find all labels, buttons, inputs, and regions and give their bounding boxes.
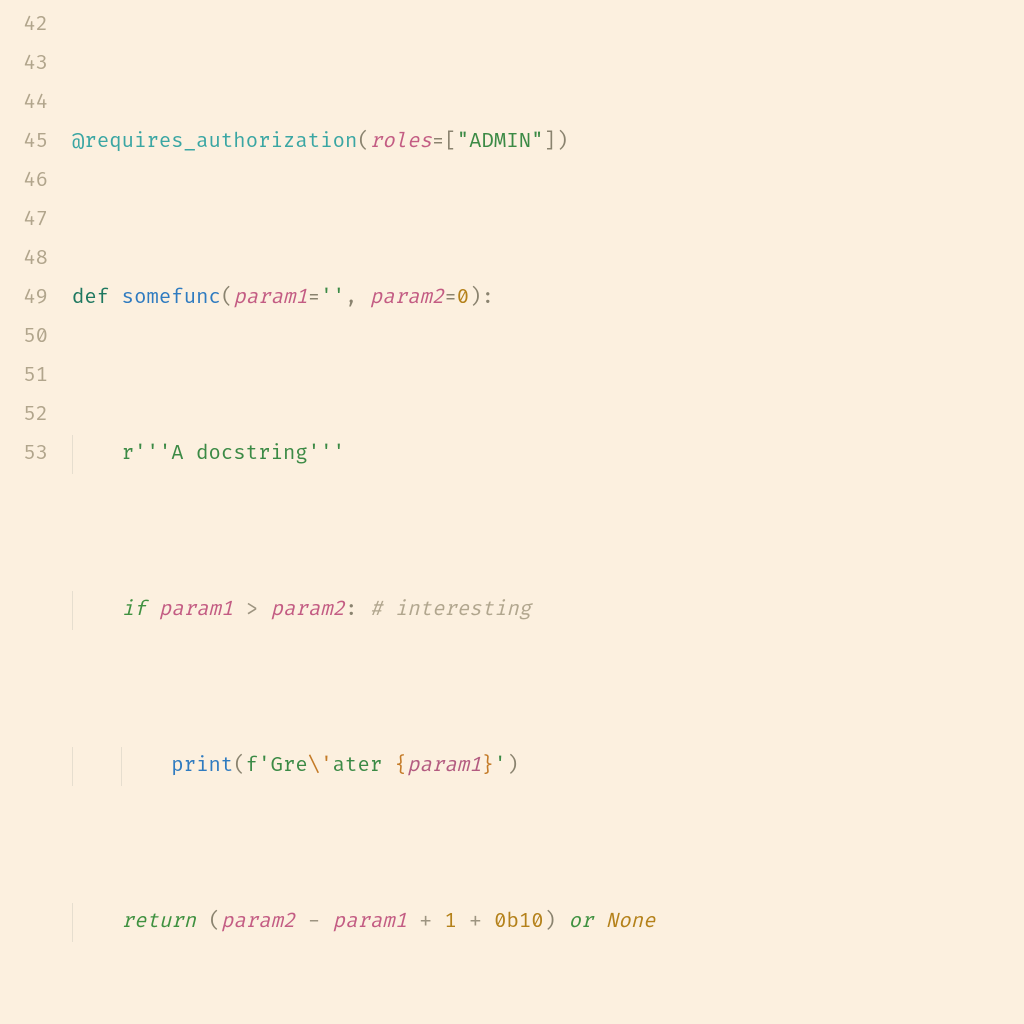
builtin-token: print xyxy=(171,754,233,778)
string-prefix: r xyxy=(122,442,134,466)
brace-open: { xyxy=(395,754,407,778)
param-token: param2 xyxy=(221,910,295,934)
code-line[interactable]: def somefunc(param1='', param2=0): xyxy=(72,279,655,318)
code-line[interactable]: print(f'Gre\'ater {param1}') xyxy=(72,747,655,786)
code-area[interactable]: @requires_authorization(roles=["ADMIN"])… xyxy=(72,6,655,1024)
equals-token: = xyxy=(432,130,444,154)
colon-token: : xyxy=(345,598,357,622)
param-token: param1 xyxy=(233,286,307,310)
operator-token: + xyxy=(469,910,481,934)
return-keyword: return xyxy=(122,910,196,934)
none-token: None xyxy=(606,910,656,934)
escape-token: \' xyxy=(308,754,333,778)
line-number: 43 xyxy=(14,45,48,84)
paren-close: ) xyxy=(544,910,556,934)
docstring-token: '''A docstring''' xyxy=(134,442,345,466)
comment-token: # interesting xyxy=(370,598,531,622)
function-name: somefunc xyxy=(122,286,221,310)
line-number: 53 xyxy=(14,435,48,474)
string-token: '' xyxy=(320,286,345,310)
param-token: param2 xyxy=(271,598,345,622)
bracket-open: [ xyxy=(444,130,456,154)
if-keyword: if xyxy=(122,598,147,622)
or-keyword: or xyxy=(569,910,594,934)
operator-token: > xyxy=(246,598,258,622)
paren-open: ( xyxy=(221,286,233,310)
code-line[interactable]: return (param2 - param1 + 1 + 0b10) or N… xyxy=(72,903,655,942)
line-number-gutter: 42 43 44 45 46 47 48 49 50 51 52 53 xyxy=(0,6,72,1024)
bracket-close: ] xyxy=(544,130,556,154)
line-number: 44 xyxy=(14,84,48,123)
code-line[interactable]: r'''A docstring''' xyxy=(72,435,655,474)
string-token: ater xyxy=(333,754,395,778)
indent-guide xyxy=(72,435,73,474)
line-number: 45 xyxy=(14,123,48,162)
decorator-token: @requires_authorization xyxy=(72,130,357,154)
paren-close: ) xyxy=(469,286,481,310)
line-number: 52 xyxy=(14,396,48,435)
indent-guide xyxy=(72,903,73,942)
operator-token: + xyxy=(420,910,432,934)
string-prefix: f xyxy=(246,754,258,778)
code-line[interactable]: if param1 > param2: # interesting xyxy=(72,591,655,630)
operator-token: - xyxy=(308,910,320,934)
kwarg-token: roles xyxy=(370,130,432,154)
line-number: 46 xyxy=(14,162,48,201)
brace-close: } xyxy=(482,754,494,778)
indent-guide xyxy=(72,591,73,630)
paren-open: ( xyxy=(357,130,369,154)
indent-guide xyxy=(72,747,73,786)
line-number: 50 xyxy=(14,318,48,357)
line-number: 48 xyxy=(14,240,48,279)
line-number: 49 xyxy=(14,279,48,318)
code-line[interactable]: @requires_authorization(roles=["ADMIN"]) xyxy=(72,123,655,162)
string-token: "ADMIN" xyxy=(457,130,544,154)
paren-close: ) xyxy=(556,130,568,154)
paren-open: ( xyxy=(233,754,245,778)
string-token: 'Gre xyxy=(258,754,308,778)
param-token: param1 xyxy=(333,910,407,934)
line-number: 47 xyxy=(14,201,48,240)
interpolation-token: param1 xyxy=(407,754,481,778)
param-token: param1 xyxy=(159,598,233,622)
paren-open: ( xyxy=(209,910,221,934)
equals-token: = xyxy=(444,286,456,310)
indent-guide xyxy=(121,747,122,786)
number-token: 0b10 xyxy=(494,910,544,934)
comma-token: , xyxy=(345,286,370,310)
line-number: 51 xyxy=(14,357,48,396)
paren-close: ) xyxy=(506,754,518,778)
equals-token: = xyxy=(308,286,320,310)
string-token: ' xyxy=(494,754,506,778)
number-token: 1 xyxy=(444,910,456,934)
code-editor[interactable]: 42 43 44 45 46 47 48 49 50 51 52 53 @req… xyxy=(0,0,1024,1024)
param-token: param2 xyxy=(370,286,444,310)
line-number: 42 xyxy=(14,6,48,45)
number-token: 0 xyxy=(457,286,469,310)
colon-token: : xyxy=(482,286,494,310)
def-keyword: def xyxy=(72,286,109,310)
